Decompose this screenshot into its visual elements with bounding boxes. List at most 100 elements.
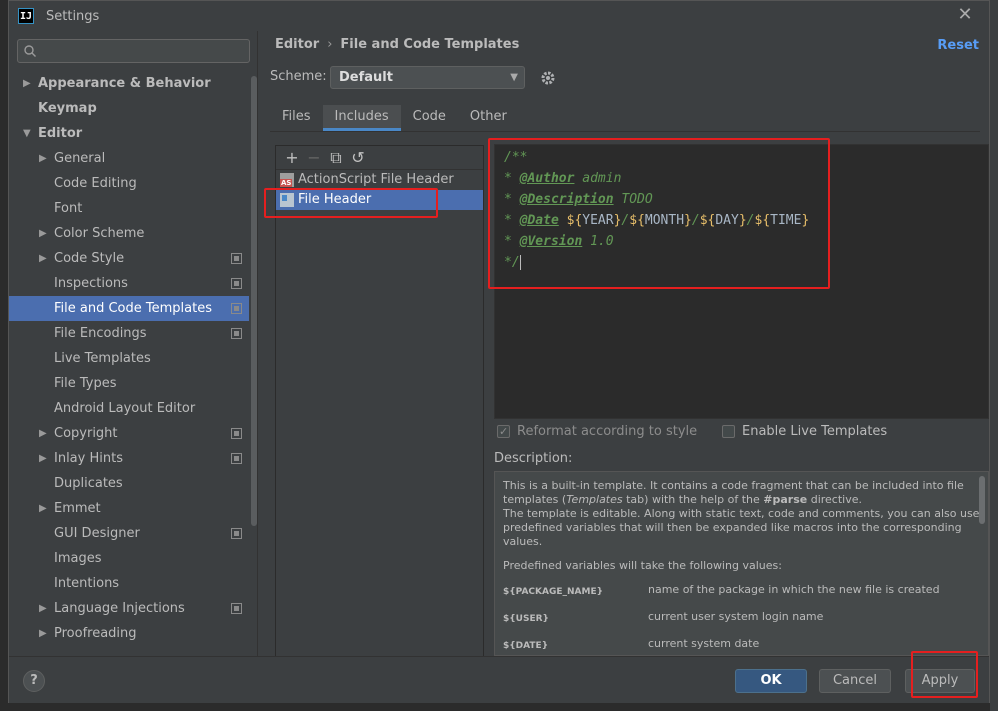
sidebar-scrollbar[interactable]: [251, 76, 257, 526]
chevron-down-icon: ▼: [510, 72, 518, 83]
tab-other[interactable]: Other: [458, 105, 519, 131]
sidebar-item-font[interactable]: Font: [9, 196, 249, 221]
sidebar-item-duplicates[interactable]: Duplicates: [9, 471, 249, 496]
sidebar-item-copyright[interactable]: ▶ Copyright: [9, 421, 249, 446]
sidebar-item-label: Copyright: [54, 426, 118, 441]
sidebar-item-label: Inspections: [54, 276, 128, 291]
expand-right-icon[interactable]: ▶: [39, 621, 49, 646]
variable-row: ${USER} current user system login name: [503, 610, 980, 637]
variable-row: ${PACKAGE_NAME} name of the package in wh…: [503, 583, 980, 610]
project-scope-icon: [231, 328, 242, 339]
sidebar-item-appearance-behavior[interactable]: ▶ Appearance & Behavior: [9, 71, 249, 96]
copy-icon[interactable]: ⧉: [325, 148, 347, 168]
tab-code[interactable]: Code: [401, 105, 458, 131]
sidebar-item-label: Inlay Hints: [54, 451, 123, 466]
sidebar-item-label: Images: [54, 551, 102, 566]
intellij-app-icon: IJ: [18, 8, 34, 24]
sidebar-item-file-types[interactable]: File Types: [9, 371, 249, 396]
sidebar-item-images[interactable]: Images: [9, 546, 249, 571]
sidebar-item-label: File Types: [54, 376, 117, 391]
settings-search-input[interactable]: [17, 39, 250, 63]
sidebar-item-inlay-hints[interactable]: ▶ Inlay Hints: [9, 446, 249, 471]
variable-description: current user system login name: [648, 610, 824, 623]
close-icon[interactable]: ✕: [955, 5, 975, 25]
sidebar-item-code-style[interactable]: ▶ Code Style: [9, 246, 249, 271]
expand-right-icon[interactable]: ▶: [39, 246, 49, 271]
expand-right-icon[interactable]: ▶: [23, 71, 33, 96]
tab-includes[interactable]: Includes: [322, 105, 401, 131]
live-templates-label: Enable Live Templates: [742, 424, 888, 439]
help-button[interactable]: ?: [23, 670, 45, 692]
sidebar-item-label: Appearance & Behavior: [38, 76, 211, 91]
breadcrumb-editor[interactable]: Editor: [275, 37, 319, 52]
sidebar-item-code-editing[interactable]: Code Editing: [9, 171, 249, 196]
expand-right-icon[interactable]: ▶: [39, 146, 49, 171]
sidebar-item-live-templates[interactable]: Live Templates: [9, 346, 249, 371]
expand-right-icon[interactable]: ▶: [39, 221, 49, 246]
description-panel: This is a built-in template. It contains…: [494, 471, 989, 656]
description-scrollbar[interactable]: [979, 476, 985, 524]
sidebar-item-language-injections[interactable]: ▶ Language Injections: [9, 596, 249, 621]
project-scope-icon: [231, 278, 242, 289]
cancel-button[interactable]: Cancel: [819, 669, 891, 693]
template-code-editor[interactable]: /** * @Author admin * @Description TODO * @…: [494, 144, 989, 419]
expand-right-icon[interactable]: ▶: [39, 421, 49, 446]
sidebar-item-proofreading[interactable]: ▶ Proofreading: [9, 621, 249, 646]
reset-link[interactable]: Reset: [937, 38, 979, 53]
sidebar-item-file-and-code-templates[interactable]: File and Code Templates: [9, 296, 249, 321]
reformat-checkbox[interactable]: Reformat according to style: [497, 423, 722, 441]
template-item[interactable]: ActionScript File Header: [276, 170, 483, 190]
sidebar-item-keymap[interactable]: Keymap: [9, 96, 249, 121]
project-scope-icon: [231, 303, 242, 314]
tab-files[interactable]: Files: [270, 105, 323, 131]
dialog-button-bar: ? OK Cancel Apply: [9, 656, 989, 703]
window-title: Settings: [46, 8, 100, 24]
sidebar-item-label: File Encodings: [54, 326, 147, 341]
add-icon[interactable]: +: [281, 148, 303, 168]
sidebar-item-android-layout-editor[interactable]: Android Layout Editor: [9, 396, 249, 421]
reformat-label: Reformat according to style: [517, 424, 698, 439]
text-caret: [519, 255, 521, 270]
reformat-checkbox-box: [497, 423, 510, 441]
template-item[interactable]: File Header: [276, 190, 483, 210]
sidebar-item-label: Duplicates: [54, 476, 123, 491]
gear-icon[interactable]: [539, 69, 557, 87]
settings-dialog: IJ Settings ✕ ▶ Appearance & Behavior Keym…: [8, 0, 990, 703]
ok-button[interactable]: OK: [735, 669, 807, 693]
sidebar-item-general[interactable]: ▶ General: [9, 146, 249, 171]
expand-down-icon[interactable]: ▼: [23, 121, 33, 146]
project-scope-icon: [231, 253, 242, 264]
remove-icon[interactable]: −: [303, 148, 325, 168]
description-paragraph-2: Predefined variables will take the follo…: [503, 559, 782, 572]
file-header-icon: [280, 193, 294, 207]
sidebar-item-inspections[interactable]: Inspections: [9, 271, 249, 296]
sidebar-item-label: Color Scheme: [54, 226, 145, 241]
live-templates-checkbox[interactable]: Enable Live Templates: [722, 423, 887, 441]
sidebar-item-file-encodings[interactable]: File Encodings: [9, 321, 249, 346]
sidebar-item-gui-designer[interactable]: GUI Designer: [9, 521, 249, 546]
sidebar-item-label: GUI Designer: [54, 526, 140, 541]
breadcrumb-separator: ›: [327, 37, 333, 52]
reset-template-icon[interactable]: ↺: [347, 148, 369, 168]
sidebar-item-intentions[interactable]: Intentions: [9, 571, 249, 596]
scheme-dropdown[interactable]: Default ▼: [330, 66, 525, 89]
breadcrumb: Editor › File and Code Templates: [275, 37, 519, 52]
background-ide-right: [990, 0, 998, 711]
expand-right-icon[interactable]: ▶: [39, 596, 49, 621]
sidebar-item-label: Code Style: [54, 251, 125, 266]
code-line: * @Author admin: [504, 171, 622, 186]
sidebar-item-color-scheme[interactable]: ▶ Color Scheme: [9, 221, 249, 246]
project-scope-icon: [231, 603, 242, 614]
predefined-variables-list: ${PACKAGE_NAME} name of the package in wh…: [503, 583, 980, 655]
code-line: * @Version 1.0: [504, 234, 614, 249]
sidebar-item-editor[interactable]: ▼ Editor: [9, 121, 249, 146]
sidebar-item-emmet[interactable]: ▶ Emmet: [9, 496, 249, 521]
search-icon: [24, 45, 36, 57]
apply-button[interactable]: Apply: [905, 669, 975, 693]
sidebar-item-label: Emmet: [54, 501, 101, 516]
breadcrumb-current: File and Code Templates: [340, 37, 520, 52]
title-bar: IJ Settings ✕: [9, 1, 989, 31]
description-label: Description:: [494, 451, 573, 466]
expand-right-icon[interactable]: ▶: [39, 496, 49, 521]
expand-right-icon[interactable]: ▶: [39, 446, 49, 471]
